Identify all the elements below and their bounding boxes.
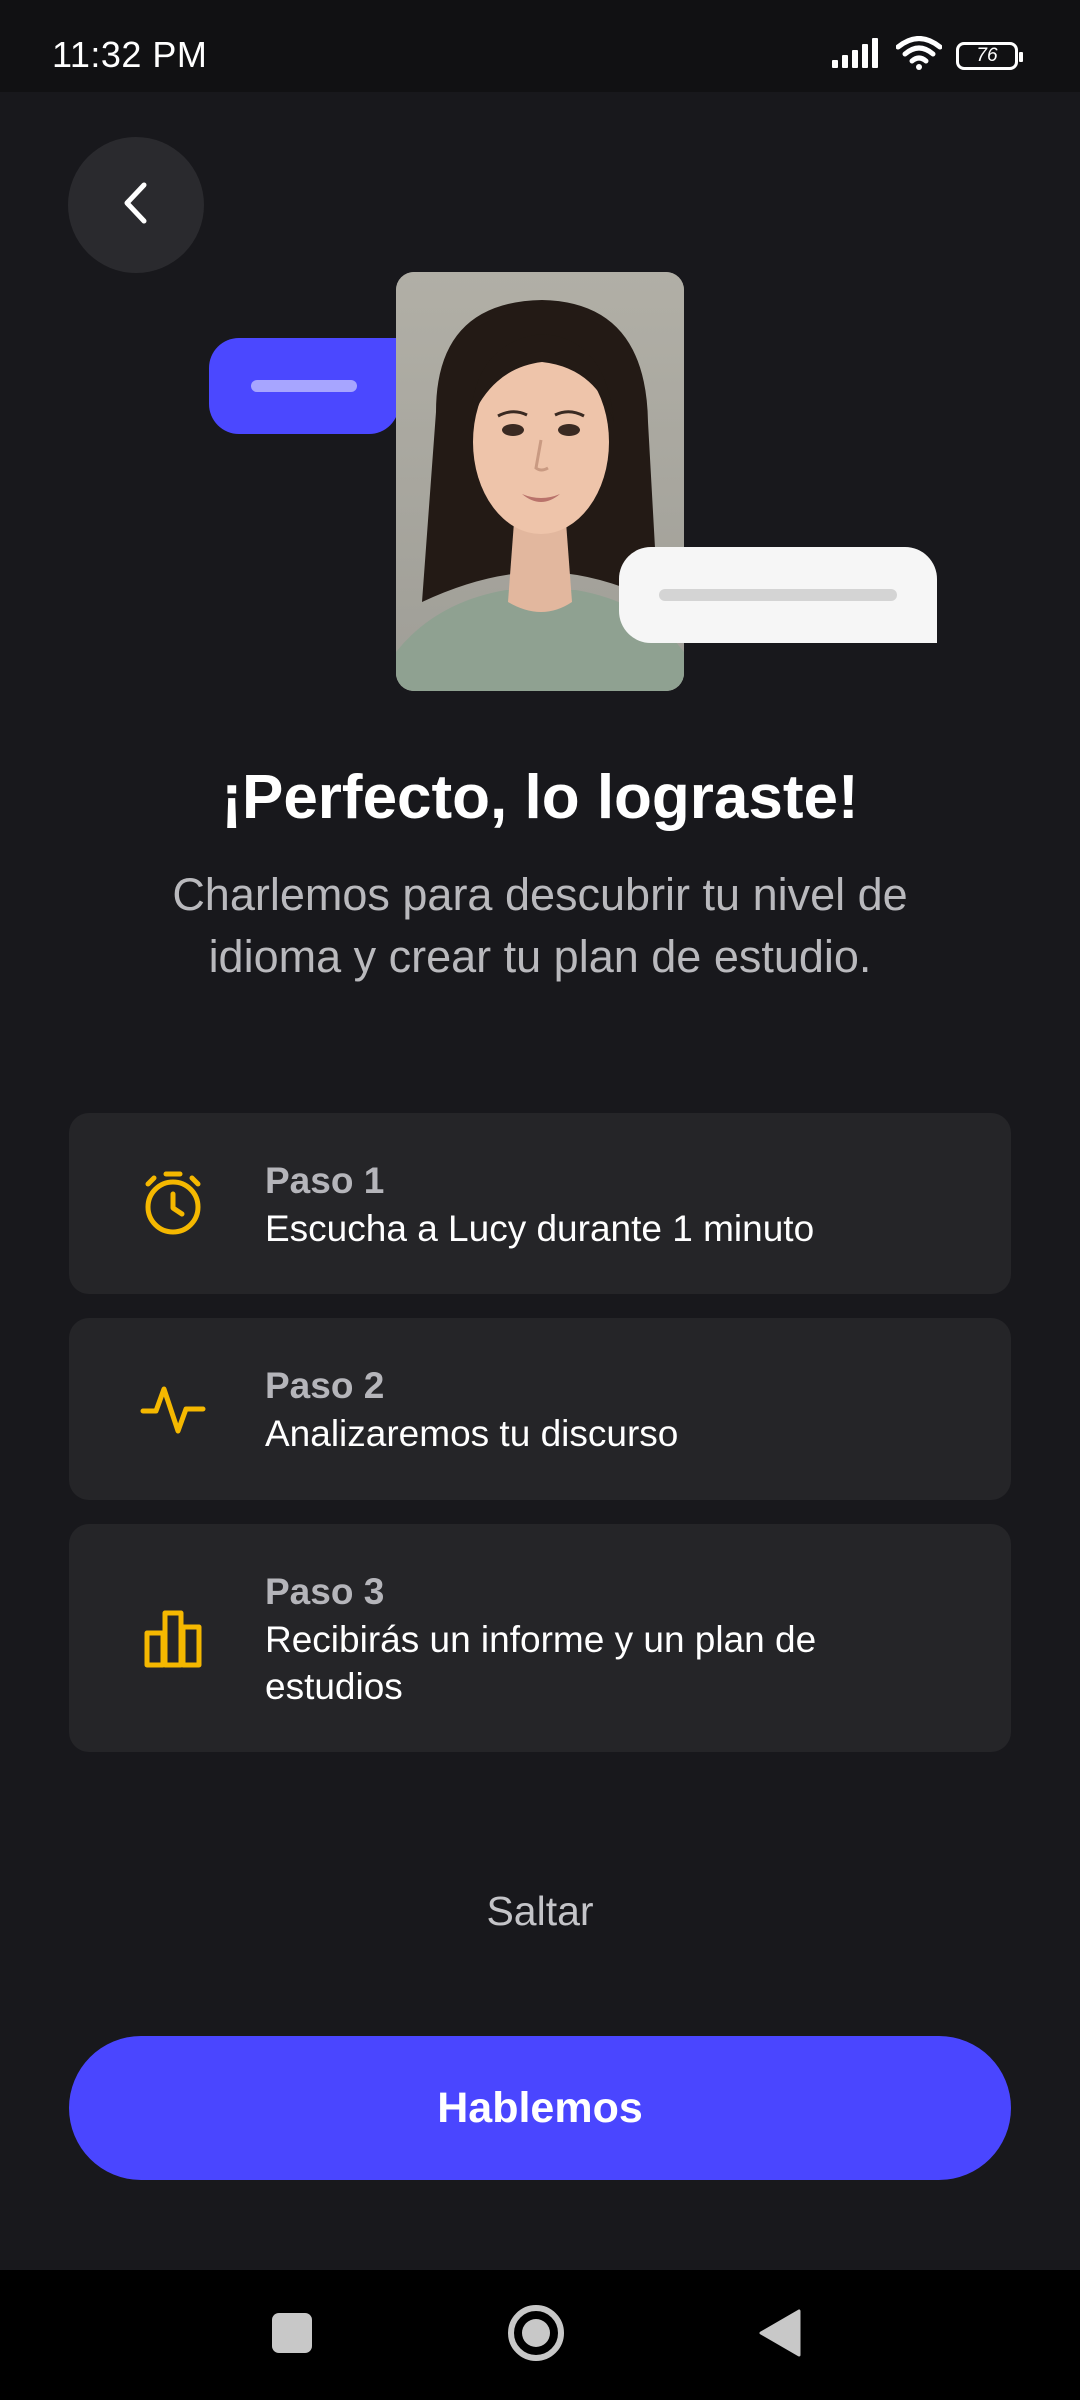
status-bar: 11:32 PM 76 <box>0 0 1080 92</box>
back-button[interactable] <box>68 137 204 273</box>
chat-bubble-illustration-blue <box>209 338 399 434</box>
page-subtitle: Charlemos para descubrir tu nivel de idi… <box>172 869 908 982</box>
page-title: ¡Perfecto, lo lograste! <box>221 763 859 832</box>
status-icons: 76 <box>832 36 1023 75</box>
battery-icon: 76 <box>956 41 1023 70</box>
step-text: Recibirás un informe y un plan de estudi… <box>265 1619 817 1707</box>
home-button[interactable] <box>476 2270 596 2400</box>
bar-chart-icon <box>139 1604 207 1672</box>
step-label: Paso 2 <box>265 1365 385 1406</box>
system-back-button[interactable] <box>720 2270 840 2400</box>
step-text: Analizaremos tu discurso <box>265 1413 679 1454</box>
stopwatch-icon <box>139 1169 207 1237</box>
step-card-2: Paso 2 Analizaremos tu discurso <box>69 1318 1011 1500</box>
signal-icon <box>832 38 882 73</box>
step-card-1: Paso 1 Escucha a Lucy durante 1 minuto <box>69 1113 1011 1294</box>
back-icon <box>757 2308 803 2363</box>
onboarding-screen: 11:32 PM 76 ¡Perfecto, lo lograste! Char… <box>0 0 1080 2400</box>
chevron-left-icon <box>119 181 153 230</box>
recents-icon <box>270 2311 314 2360</box>
chat-bubble-illustration-white <box>619 547 937 643</box>
wifi-icon <box>895 36 943 75</box>
status-time: 11:32 PM <box>52 34 208 75</box>
step-text: Escucha a Lucy durante 1 minuto <box>265 1208 815 1249</box>
lets-talk-button[interactable]: Hablemos <box>69 2036 1011 2180</box>
step-label: Paso 3 <box>265 1571 385 1612</box>
step-label: Paso 1 <box>265 1160 385 1201</box>
recents-button[interactable] <box>232 2270 352 2400</box>
battery-level: 76 <box>976 44 998 66</box>
home-icon <box>506 2303 566 2368</box>
step-card-3: Paso 3 Recibirás un informe y un plan de… <box>69 1524 1011 1752</box>
system-nav-bar <box>0 2270 1080 2400</box>
skip-button[interactable]: Saltar <box>0 1888 1080 1935</box>
pulse-icon <box>139 1375 207 1443</box>
